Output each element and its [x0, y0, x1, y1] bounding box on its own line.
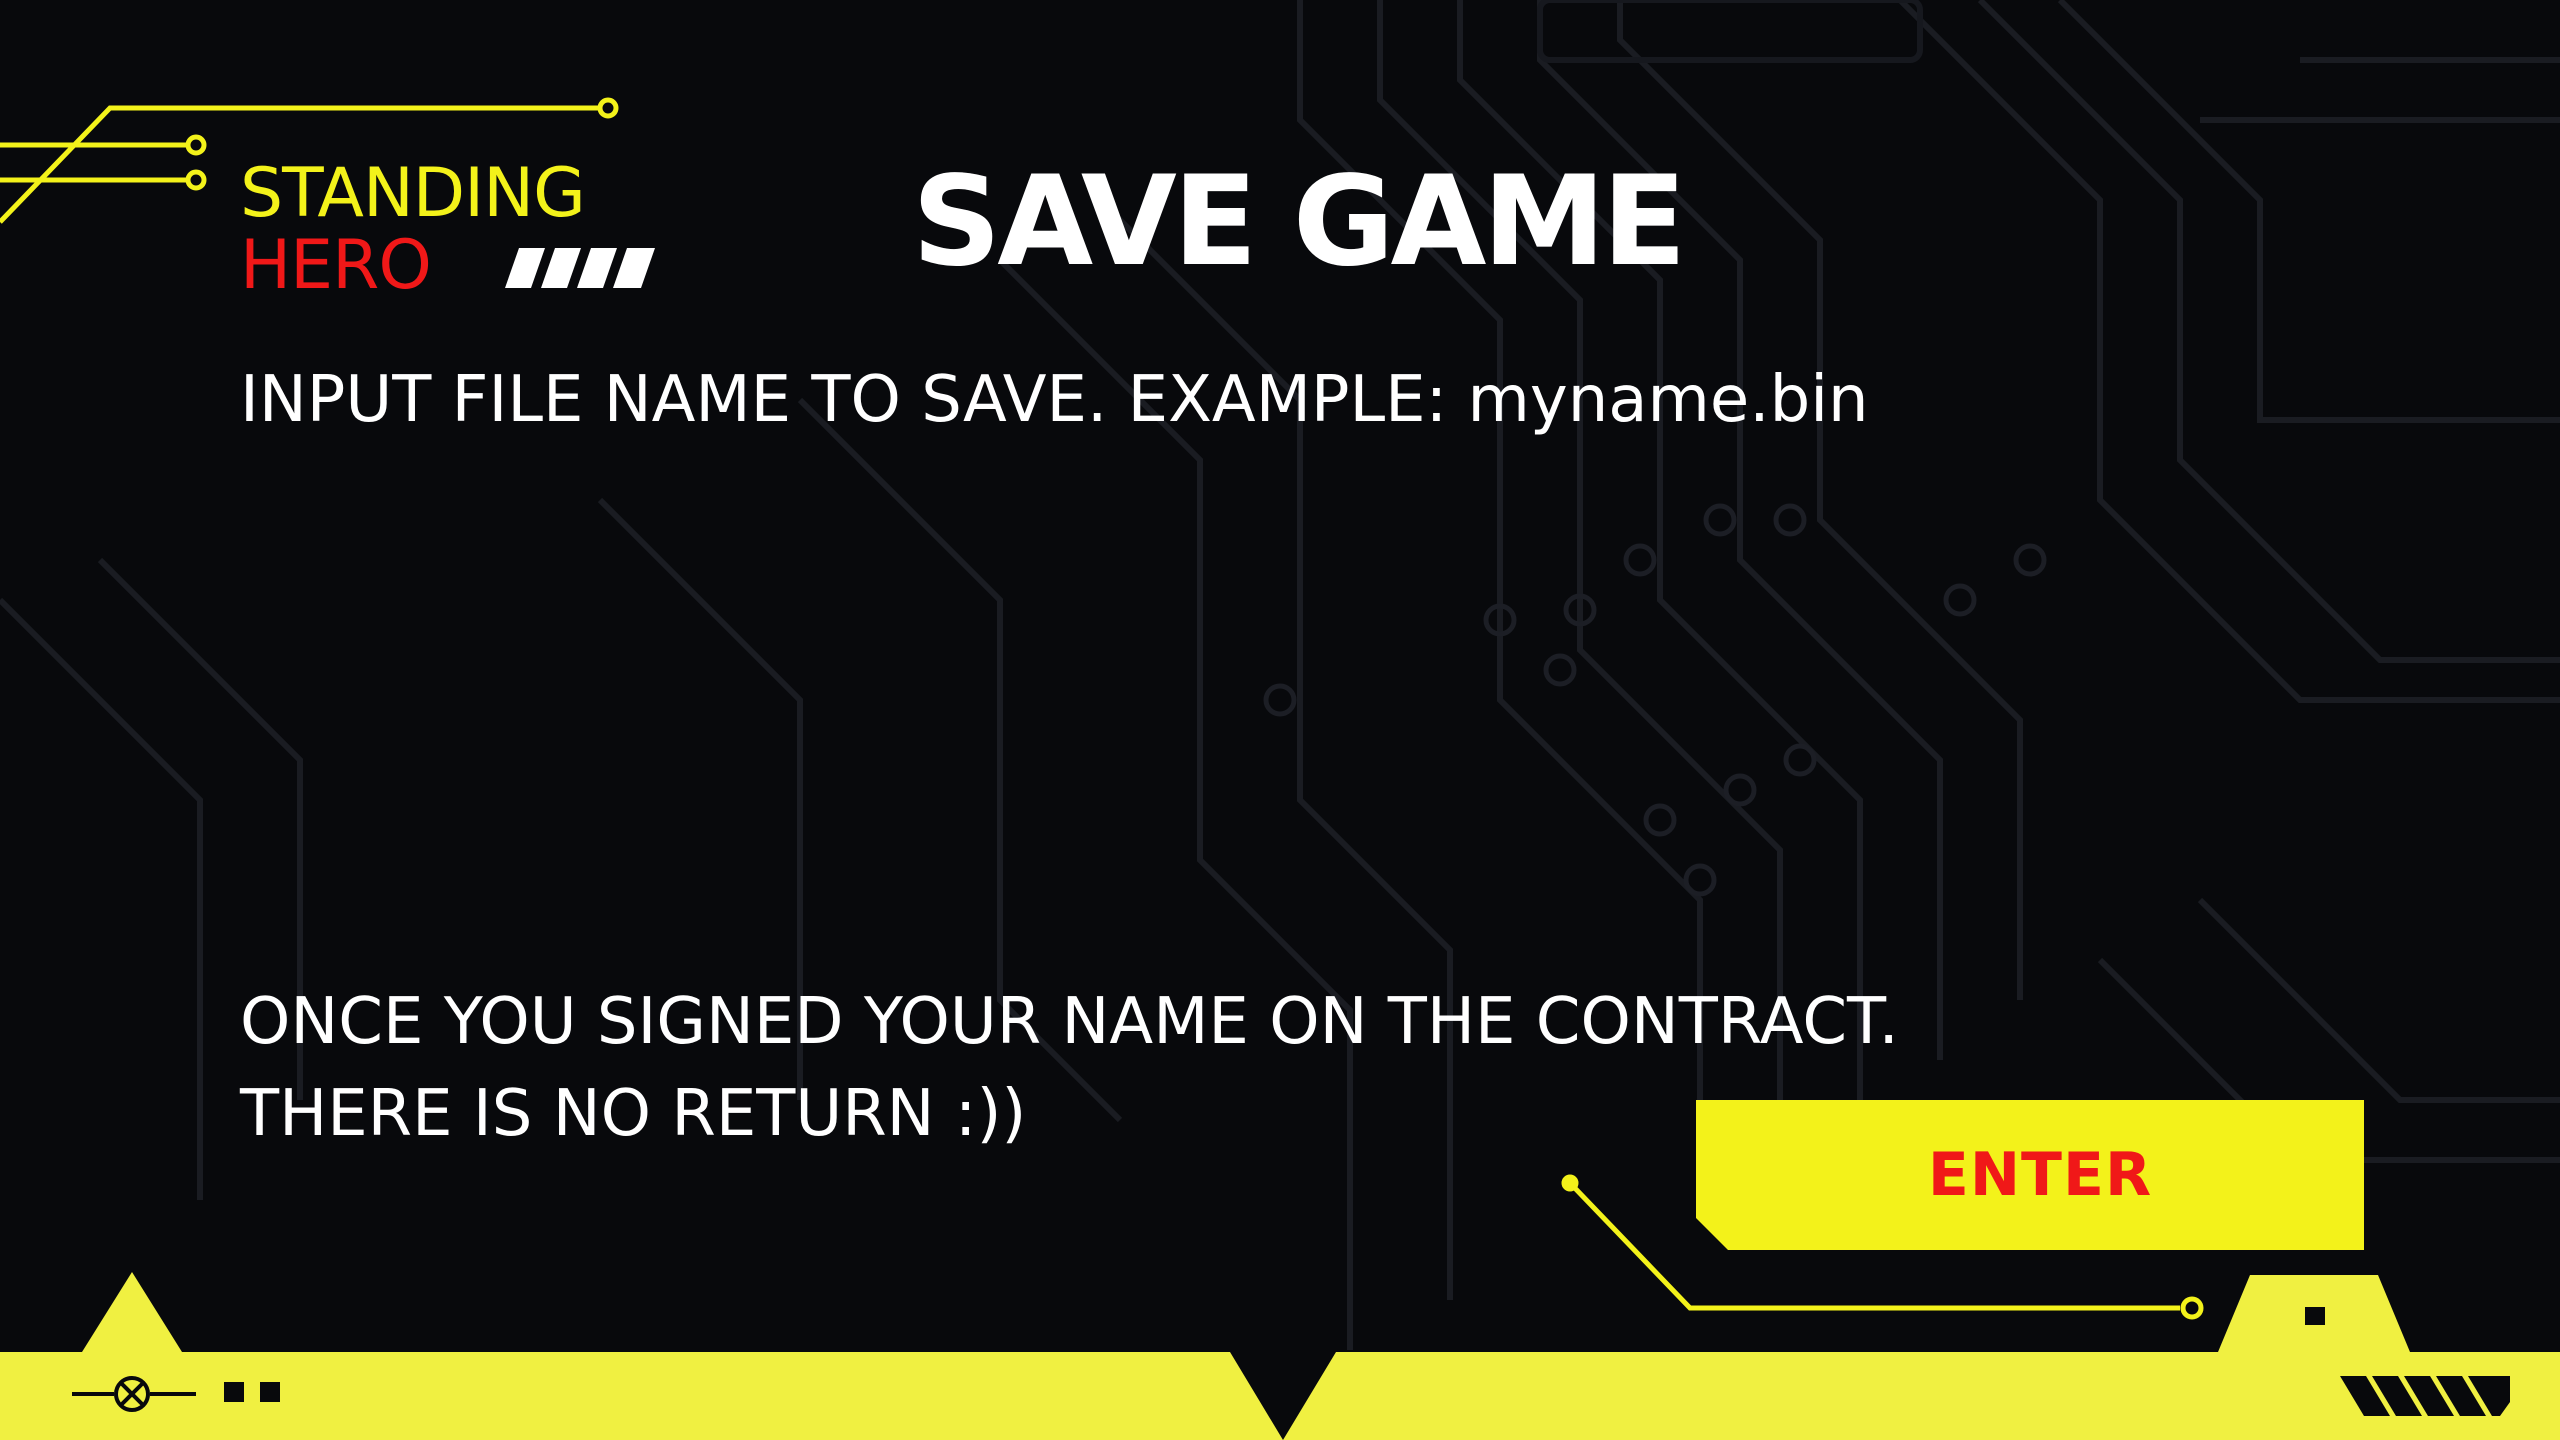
double-square-icon — [224, 1382, 280, 1402]
logo-text-standing: STANDING — [240, 154, 586, 233]
enter-button-label: ENTER — [1927, 1140, 2153, 1210]
crossed-circle-icon — [72, 1376, 196, 1412]
footer-triangle-left — [82, 1272, 182, 1352]
footer-band — [0, 1352, 2560, 1440]
warning-line-2: THERE IS NO RETURN :)) — [240, 1077, 1027, 1151]
warning-line-1: ONCE YOU SIGNED YOUR NAME ON THE CONTRAC… — [240, 985, 1899, 1059]
filename-input[interactable] — [240, 480, 2044, 602]
hazard-stripes-icon — [505, 248, 655, 288]
instruction-text: INPUT FILE NAME TO SAVE. EXAMPLE: myname… — [240, 363, 1869, 437]
warning-text: ONCE YOU SIGNED YOUR NAME ON THE CONTRAC… — [240, 976, 1899, 1160]
logo-text-hero: HERO — [240, 226, 432, 305]
footer-tab-square — [2305, 1307, 2325, 1325]
game-logo: STANDING HERO — [240, 154, 655, 305]
page-title: SAVE GAME — [912, 150, 1687, 294]
enter-button[interactable]: ENTER — [1696, 1100, 2364, 1250]
hazard-stripes-icon — [2340, 1376, 2510, 1416]
